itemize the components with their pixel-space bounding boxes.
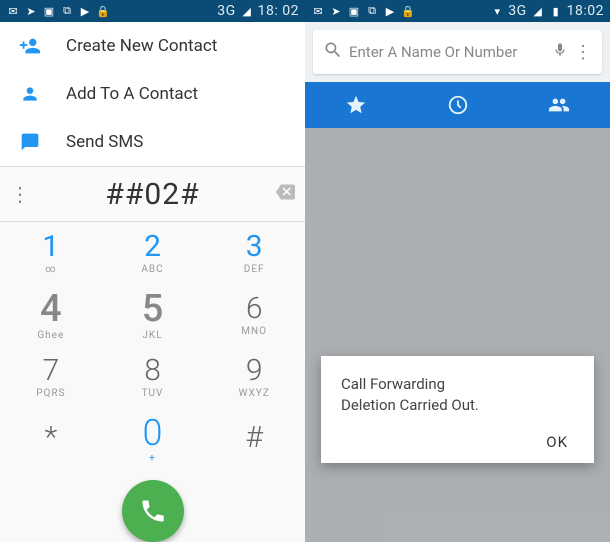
status-bar-left: ✉ ➤ ▣ ⧉ ▶ 🔒 3G ◢ 18: 02 [0, 0, 305, 22]
youtube-icon: ▶ [78, 4, 92, 18]
key-5[interactable]: 5JKL [102, 284, 204, 346]
create-contact-item[interactable]: Create New Contact [0, 22, 305, 70]
dialed-number: ##02# [40, 177, 265, 212]
mail-icon: ✉ [6, 4, 20, 18]
key-2[interactable]: 2ABC [102, 222, 204, 284]
telegram-icon: ➤ [329, 4, 343, 18]
clock-label: 18:02 [567, 3, 604, 19]
key-1[interactable]: 1∞ [0, 222, 102, 284]
modal-overlay [305, 128, 610, 542]
signal-icon: ◢ [240, 4, 254, 18]
key-4[interactable]: 4Ghee [0, 284, 102, 346]
dropbox-icon: ⧉ [365, 4, 379, 18]
lock-icon: 🔒 [96, 4, 110, 18]
battery-icon: ▮ [549, 4, 563, 18]
dialog-line-1: Call Forwarding [341, 374, 574, 395]
ok-button[interactable]: OK [540, 429, 574, 455]
keypad: 1∞ 2ABC 3DEF 4Ghee 5JKL 6MNO 7PQRS 8TUV … [0, 222, 305, 542]
overflow-menu-button[interactable]: ⋮ [0, 182, 40, 206]
dialog-line-2: Deletion Carried Out. [341, 395, 574, 416]
call-button[interactable] [122, 480, 184, 542]
content-area: Call Forwarding Deletion Carried Out. OK [305, 128, 610, 542]
telegram-icon: ➤ [24, 4, 38, 18]
more-menu-button[interactable]: ⋮ [574, 42, 592, 63]
search-icon [323, 40, 349, 64]
dropbox-icon: ⧉ [60, 4, 74, 18]
add-contact-icon [18, 35, 42, 57]
tab-bar [305, 82, 610, 128]
youtube-icon: ▶ [383, 4, 397, 18]
lock-icon: 🔒 [401, 4, 415, 18]
search-bar[interactable]: Enter A Name Or Number ⋮ [313, 30, 602, 74]
contact-menu: Create New Contact Add To A Contact Send… [0, 22, 305, 166]
status-bar-right: ✉ ➤ ▣ ⧉ ▶ 🔒 ▾ 3G ◢ ▮ 18:02 [305, 0, 610, 22]
mail-icon: ✉ [311, 4, 325, 18]
network-label: 3G [217, 3, 235, 19]
signal-icon: ◢ [531, 4, 545, 18]
key-3[interactable]: 3DEF [203, 222, 305, 284]
person-icon [18, 84, 42, 104]
key-6[interactable]: 6MNO [203, 284, 305, 346]
add-to-contact-item[interactable]: Add To A Contact [0, 70, 305, 118]
send-sms-item[interactable]: Send SMS [0, 118, 305, 166]
wifi-icon: ▾ [490, 4, 504, 18]
backspace-button[interactable] [265, 182, 305, 206]
tab-favorites[interactable] [305, 82, 407, 128]
key-0[interactable]: 0+ [102, 408, 204, 470]
mic-icon[interactable] [552, 42, 574, 62]
key-hash[interactable]: # [203, 408, 305, 470]
dialed-number-row: ⋮ ##02# [0, 166, 305, 222]
clock-label: 18: 02 [258, 3, 299, 19]
ussd-result-dialog: Call Forwarding Deletion Carried Out. OK [321, 356, 594, 463]
dialer-result-screen: ✉ ➤ ▣ ⧉ ▶ 🔒 ▾ 3G ◢ ▮ 18:02 Enter A Name … [305, 0, 610, 542]
send-sms-label: Send SMS [66, 132, 143, 152]
tab-contacts[interactable] [508, 82, 610, 128]
key-7[interactable]: 7PQRS [0, 346, 102, 408]
key-9[interactable]: 9WXYZ [203, 346, 305, 408]
phone-dialer-screen: ✉ ➤ ▣ ⧉ ▶ 🔒 3G ◢ 18: 02 Create New Conta… [0, 0, 305, 542]
image-icon: ▣ [42, 4, 56, 18]
search-placeholder: Enter A Name Or Number [349, 43, 552, 61]
create-contact-label: Create New Contact [66, 36, 217, 56]
key-star[interactable]: * [0, 408, 102, 470]
network-label: 3G [508, 3, 526, 19]
dialog-message: Call Forwarding Deletion Carried Out. [341, 374, 574, 416]
tab-recents[interactable] [407, 82, 509, 128]
add-to-contact-label: Add To A Contact [66, 84, 198, 104]
image-icon: ▣ [347, 4, 361, 18]
key-8[interactable]: 8TUV [102, 346, 204, 408]
sms-icon [18, 132, 42, 152]
